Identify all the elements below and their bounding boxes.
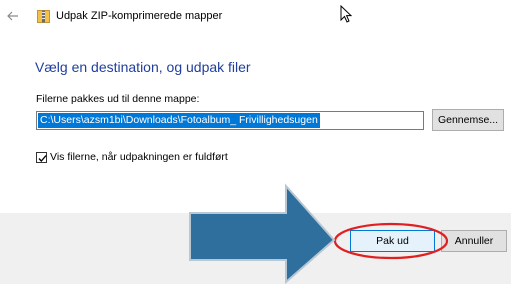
annotation-arrow-icon [189,183,336,284]
